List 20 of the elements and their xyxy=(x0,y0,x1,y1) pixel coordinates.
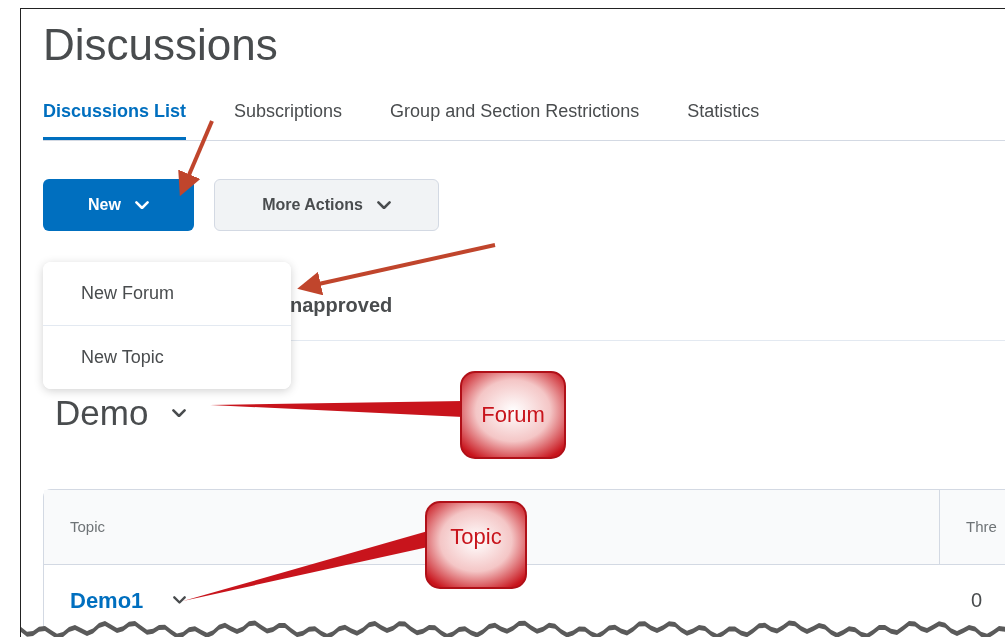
tab[interactable]: Group and Section Restrictions xyxy=(390,89,640,140)
dropdown-button[interactable]: More Actions xyxy=(214,178,439,231)
filter-label[interactable]: napproved xyxy=(290,290,393,321)
menu-item[interactable]: New Topic xyxy=(43,325,291,389)
chevron-icon xyxy=(134,200,149,209)
chevron-icon xyxy=(376,200,391,209)
tab[interactable]: Subscriptions xyxy=(234,89,343,140)
tab[interactable]: Statistics xyxy=(687,89,760,140)
callout-label: Topic xyxy=(450,524,502,549)
tab[interactable]: Discussions List xyxy=(43,89,187,140)
chevron-icon xyxy=(172,408,187,418)
dropdown-button[interactable]: New xyxy=(43,178,194,231)
topic-link[interactable]: Demo1 xyxy=(70,583,144,617)
chevron-icon xyxy=(173,596,187,605)
page-title: Discussions xyxy=(43,19,279,71)
table-cell-text: 0 xyxy=(971,588,983,614)
column-header: Topic xyxy=(70,517,106,538)
column-header: Thre xyxy=(966,517,997,538)
forum-title: Demo xyxy=(55,391,149,434)
callout-label: Forum xyxy=(481,402,545,427)
